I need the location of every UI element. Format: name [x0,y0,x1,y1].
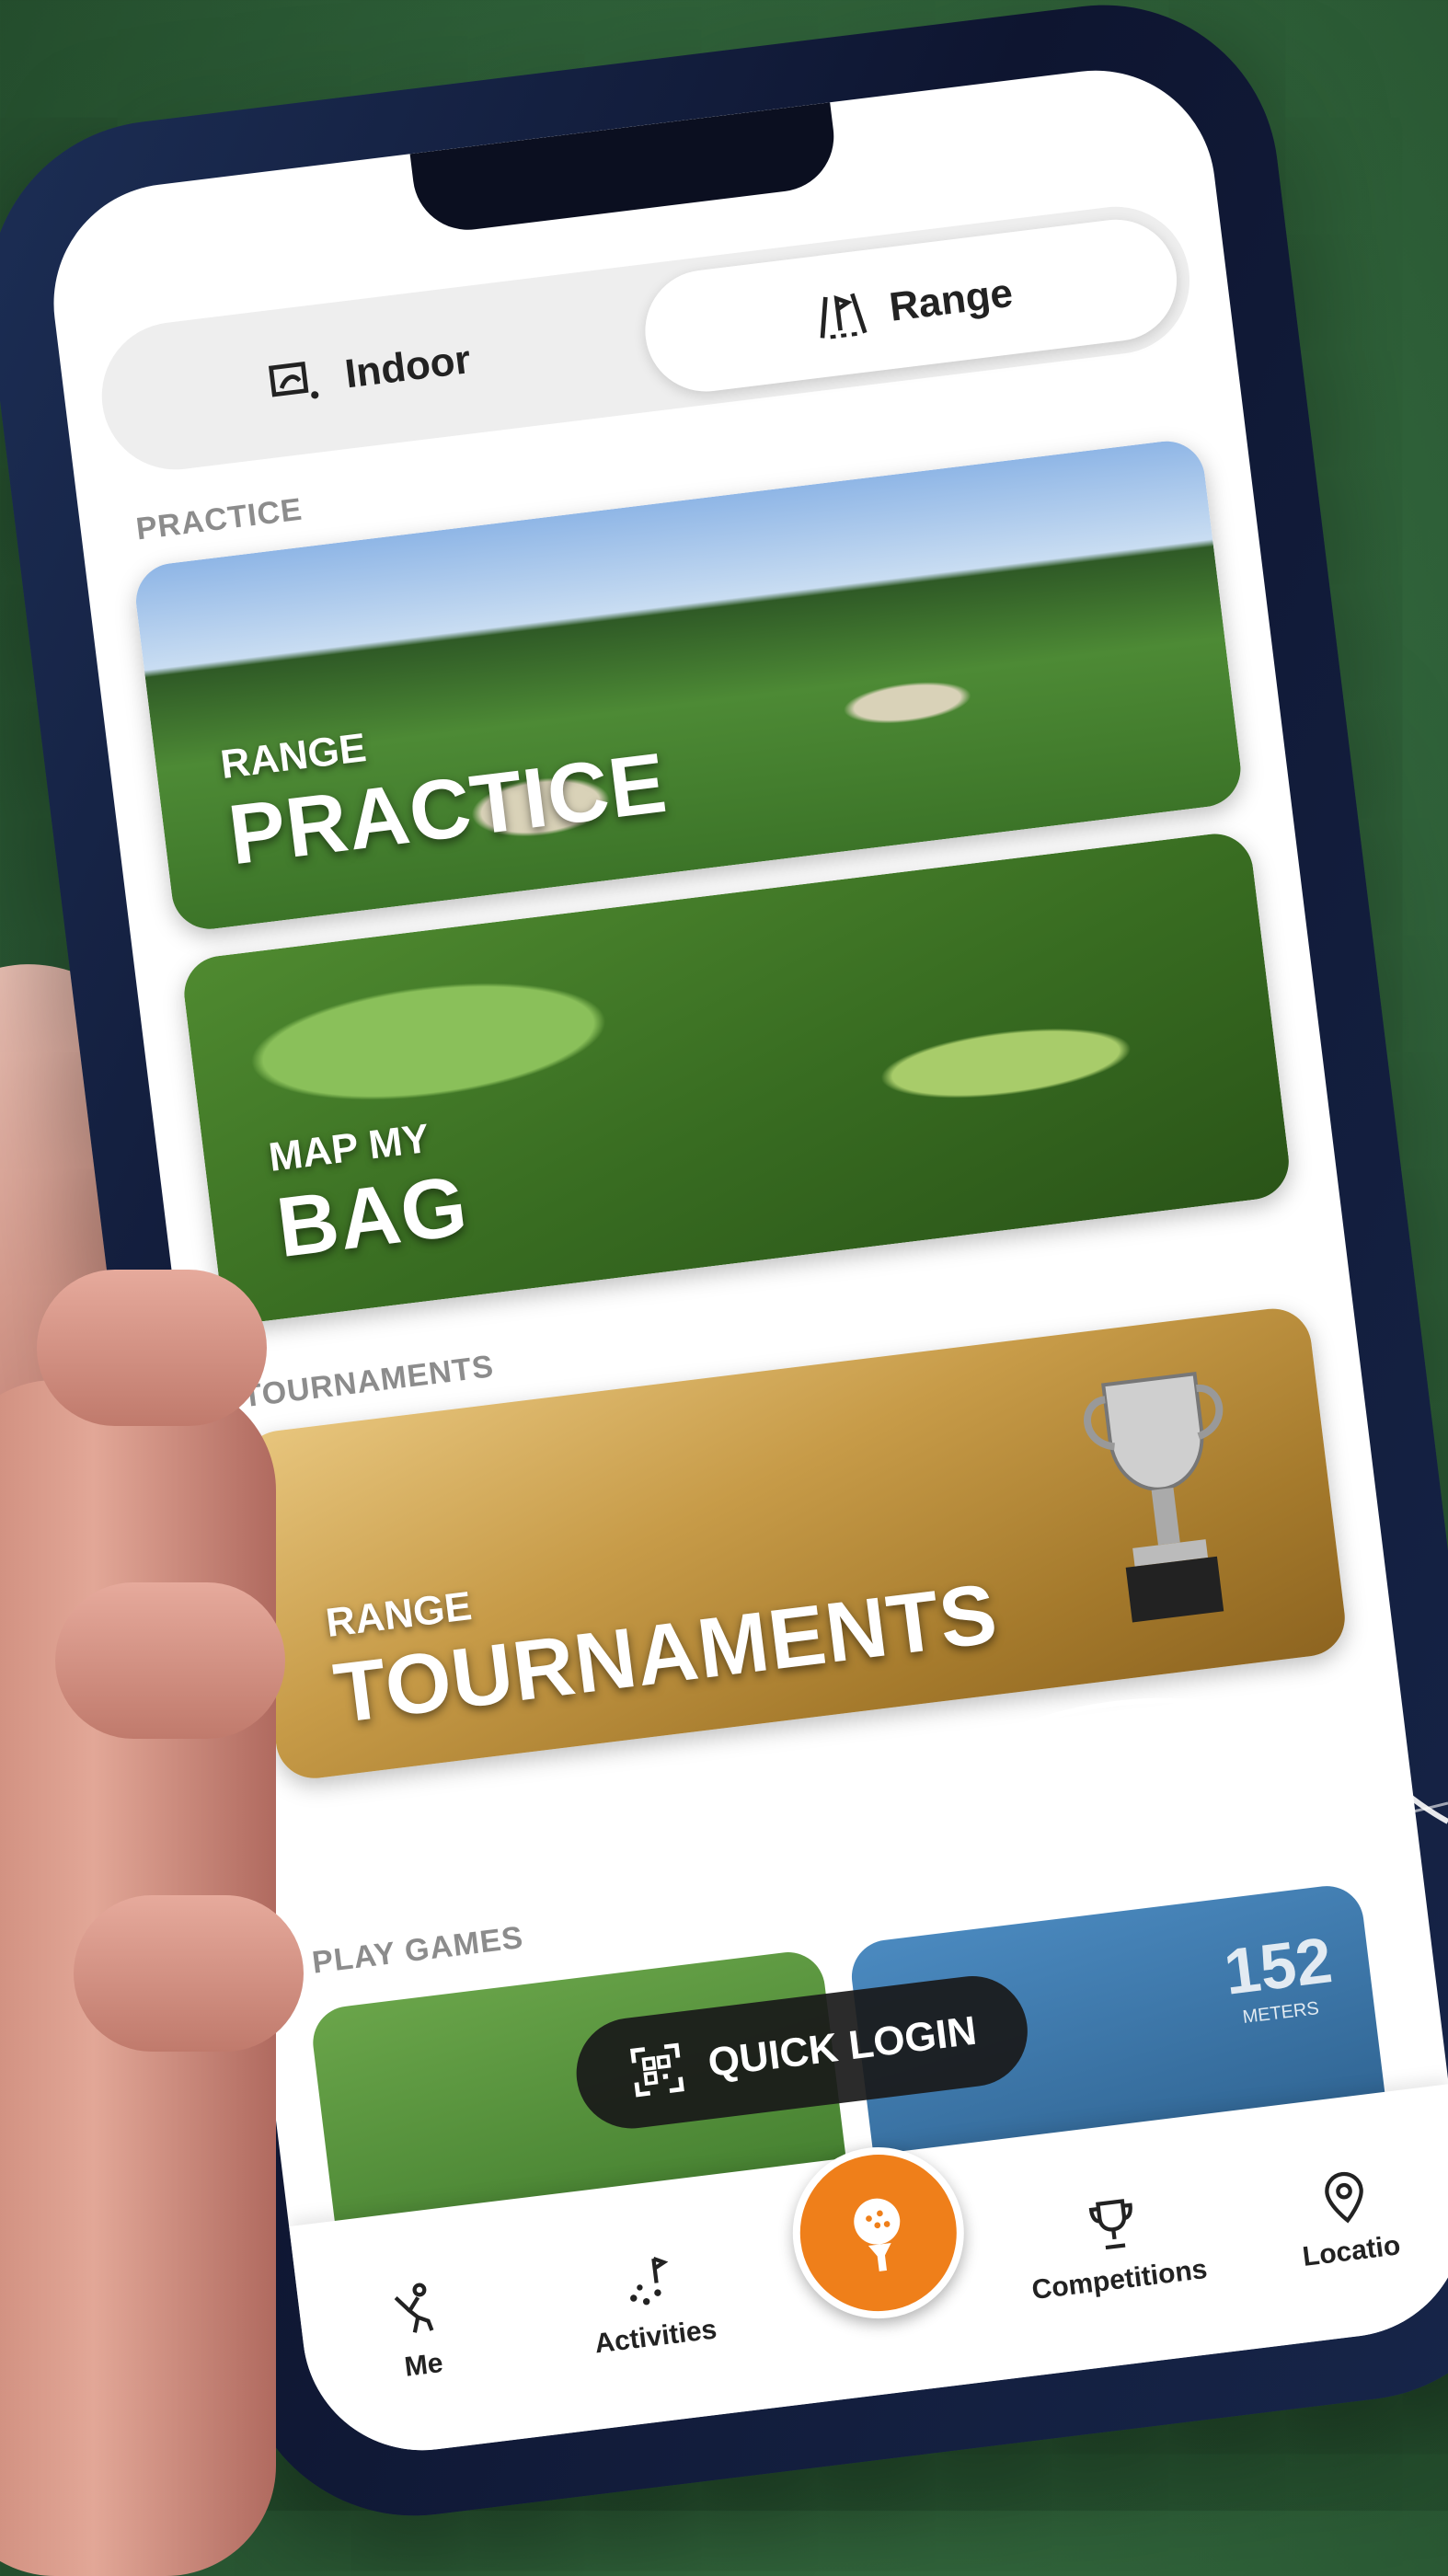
tab-location[interactable]: Locatio [1241,2155,1448,2280]
activities-flag-icon [630,2257,669,2306]
tab-indoor-label: Indoor [342,337,474,397]
tab-home[interactable] [777,2137,989,2330]
tab-me-label: Me [402,2347,445,2383]
mode-switch: Indoor Range [93,198,1199,478]
golfer-icon [394,2283,434,2333]
tab-activities-label: Activities [592,2314,718,2360]
qr-code-icon [630,2042,684,2098]
tab-competitions-label: Competitions [1029,2253,1210,2306]
tab-range[interactable]: Range [638,213,1184,399]
golf-ball-tee-icon [854,2198,901,2271]
tab-indoor[interactable]: Indoor [94,267,642,478]
quick-login-label: QUICK LOGIN [705,2007,980,2087]
tab-location-label: Locatio [1301,2230,1402,2272]
indoor-bay-icon [269,362,319,399]
trophy-icon [1084,1371,1224,1623]
tab-me[interactable]: Me [313,2269,526,2394]
home-button[interactable] [783,2137,974,2329]
phone-notch [409,102,841,236]
section-practice: PRACTICE [133,491,305,547]
finger-tip [37,1270,267,1426]
finger-tip [74,1895,304,2052]
trophy-outline-icon [1088,2199,1132,2250]
location-pin-icon [1325,2171,1363,2224]
tab-range-label: Range [887,270,1016,330]
finger-tip [55,1582,285,1739]
range-flags-icon [820,293,868,339]
tab-activities[interactable]: Activities [545,2240,758,2365]
section-tournaments: TOURNAMENTS [240,1349,497,1415]
tab-competitions[interactable]: Competitions [1008,2183,1222,2308]
